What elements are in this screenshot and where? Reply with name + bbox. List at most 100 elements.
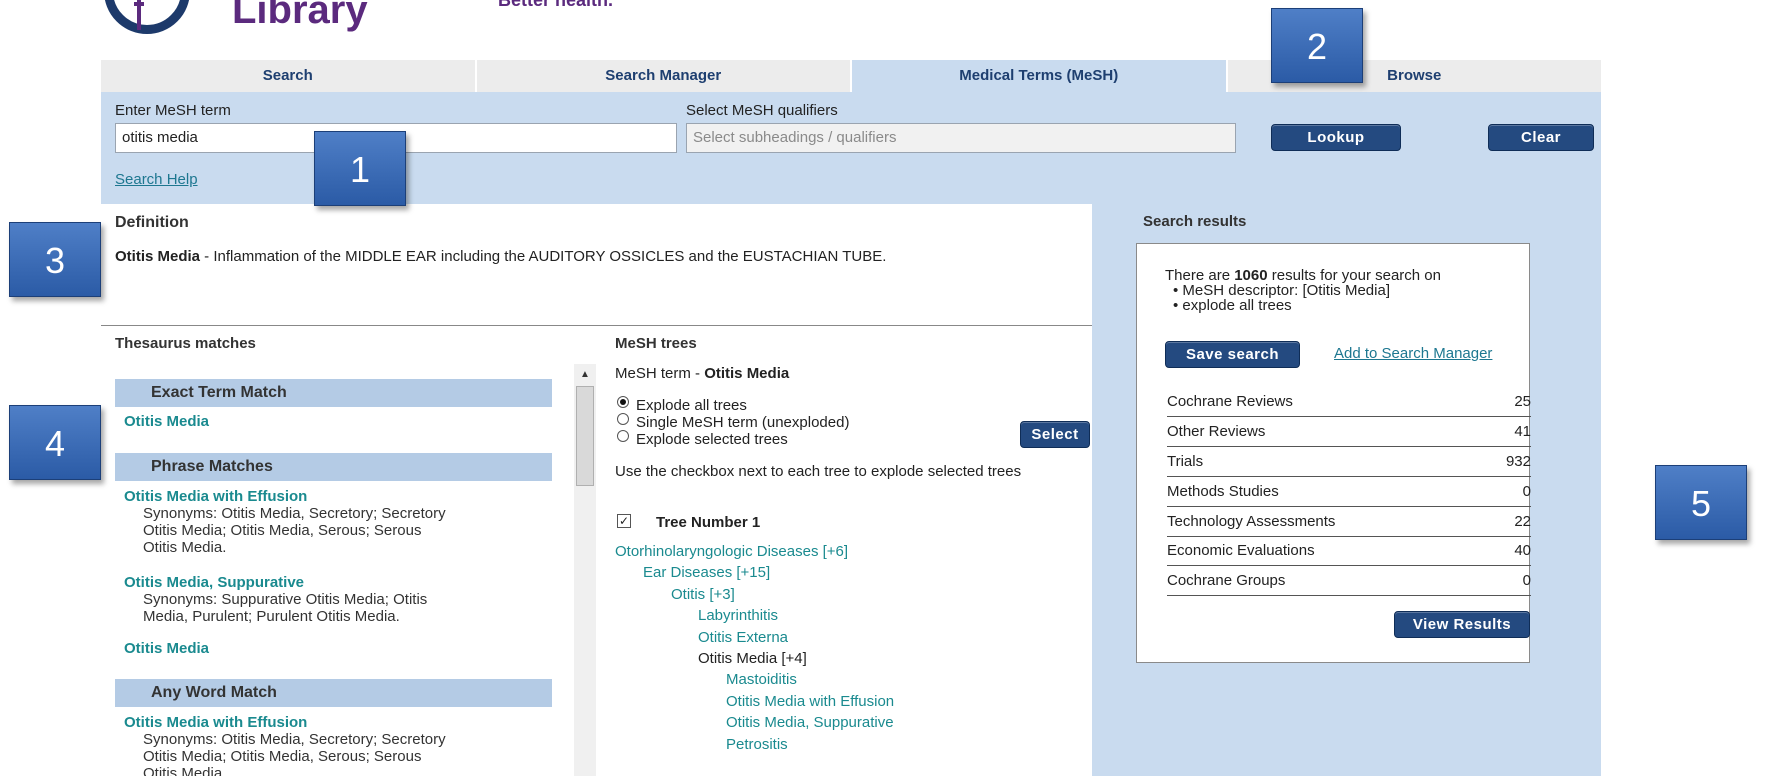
result-count: 22 <box>1514 513 1531 530</box>
exact-match-header: Exact Term Match <box>115 379 552 407</box>
callout-marker: 3 <box>9 222 101 297</box>
any-word-match-term[interactable]: Otitis Media with Effusion <box>124 714 307 731</box>
scroll-up-arrow-icon[interactable]: ▲ <box>576 366 594 384</box>
tree-node[interactable]: Petrositis <box>726 736 788 753</box>
mesh-term-heading: MeSH term - Otitis Media <box>615 365 789 382</box>
logo-text: Library <box>232 0 368 32</box>
tree-node[interactable]: Otitis Externa <box>698 629 788 646</box>
save-search-button[interactable]: Save search <box>1165 341 1300 368</box>
scrollbar-thumb[interactable] <box>576 386 594 486</box>
synonym-line: Otitis Media. <box>143 539 227 556</box>
result-row[interactable]: Technology Assessments 22 <box>1167 507 1531 537</box>
tree-node[interactable]: Otitis [+3] <box>671 586 735 603</box>
result-count: 932 <box>1505 453 1531 470</box>
logo-cross-icon <box>134 0 144 30</box>
synonym-line: Synonyms: Suppurative Otitis Media; Otit… <box>143 591 428 608</box>
result-row[interactable]: Trials 932 <box>1167 447 1531 477</box>
tree-node-current: Otitis Media [+4] <box>698 650 807 667</box>
result-label: Cochrane Groups <box>1167 572 1286 589</box>
result-row[interactable]: Economic Evaluations 40 <box>1167 536 1531 566</box>
tree-node[interactable]: Mastoiditis <box>726 671 797 688</box>
view-results-button[interactable]: View Results <box>1394 611 1530 638</box>
library-logo-icon <box>104 0 190 34</box>
radio-single-term[interactable] <box>617 413 629 425</box>
tab-bar: Search Search Manager Medical Terms (MeS… <box>101 60 1601 92</box>
phrase-match-term[interactable]: Otitis Media with Effusion <box>124 488 307 505</box>
tab-search-manager[interactable]: Search Manager <box>476 60 852 92</box>
any-word-match-header: Any Word Match <box>115 679 552 707</box>
phrase-match-term[interactable]: Otitis Media <box>124 640 209 657</box>
results-intro: There are 1060 results for your search o… <box>1165 268 1441 283</box>
tab-medical-terms[interactable]: Medical Terms (MeSH) <box>852 60 1228 92</box>
radio-single-term-label: Single MeSH term (unexploded) <box>636 414 850 431</box>
exact-match-item[interactable]: Otitis Media <box>124 413 209 430</box>
tree-node[interactable]: Otitis Media, Suppurative <box>726 714 894 731</box>
mesh-term-prefix: MeSH term - <box>615 365 705 382</box>
callout-marker: 5 <box>1655 465 1747 540</box>
radio-explode-all-label: Explode all trees <box>636 397 747 414</box>
results-summary: There are 1060 results for your search o… <box>1165 268 1441 313</box>
result-label: Cochrane Reviews <box>1167 393 1293 410</box>
synonym-line: Media, Purulent; Purulent Otitis Media. <box>143 608 400 625</box>
tree-node[interactable]: Labyrinthitis <box>698 607 778 624</box>
result-count: 0 <box>1522 572 1531 589</box>
synonym-line: Otitis Media. <box>143 765 227 776</box>
results-bullet: • explode all trees <box>1173 297 1292 314</box>
thesaurus-title: Thesaurus matches <box>115 335 256 352</box>
result-count: 0 <box>1522 483 1531 500</box>
lookup-button[interactable]: Lookup <box>1271 124 1401 151</box>
tab-search[interactable]: Search <box>101 60 477 92</box>
tree-instruction: Use the checkbox next to each tree to ex… <box>615 463 1022 480</box>
phrase-match-synonyms: Synonyms: Suppurative Otitis Media; Otit… <box>143 591 427 625</box>
result-label: Methods Studies <box>1167 483 1279 500</box>
callout-marker: 4 <box>9 405 101 480</box>
radio-explode-all[interactable] <box>617 396 629 408</box>
definition-term: Otitis Media <box>115 248 201 265</box>
synonym-line: Synonyms: Otitis Media, Secretory; Secre… <box>143 505 446 522</box>
phrase-matches-header: Phrase Matches <box>115 453 552 481</box>
definition-title: Definition <box>115 214 189 231</box>
qualifiers-label: Select MeSH qualifiers <box>686 102 838 119</box>
synonym-line: Synonyms: Otitis Media, Secretory; Secre… <box>143 731 446 748</box>
results-bullet-text: explode all trees <box>1182 297 1292 314</box>
select-button[interactable]: Select <box>1020 421 1090 448</box>
tree-node[interactable]: Ear Diseases [+15] <box>643 564 770 581</box>
mesh-term-name: Otitis Media <box>704 365 790 382</box>
search-help-link[interactable]: Search Help <box>115 171 198 188</box>
tree-node[interactable]: Otorhinolaryngologic Diseases [+6] <box>615 543 848 560</box>
result-row[interactable]: Other Reviews 41 <box>1167 417 1531 447</box>
result-label: Technology Assessments <box>1167 513 1336 530</box>
divider <box>101 325 1092 326</box>
result-count: 25 <box>1514 393 1531 410</box>
mesh-term-label: Enter MeSH term <box>115 102 231 119</box>
radio-explode-selected-label: Explode selected trees <box>636 431 788 448</box>
any-word-match-synonyms: Synonyms: Otitis Media, Secretory; Secre… <box>143 731 446 776</box>
definition-text: Otitis Media - Inflammation of the MIDDL… <box>115 248 886 265</box>
result-row[interactable]: Cochrane Groups 0 <box>1167 566 1531 596</box>
result-row[interactable]: Cochrane Reviews 25 <box>1167 387 1531 417</box>
search-results-title: Search results <box>1143 213 1247 230</box>
qualifiers-select[interactable]: Select subheadings / qualifiers <box>686 123 1236 153</box>
add-to-search-manager-link[interactable]: Add to Search Manager <box>1334 345 1492 362</box>
tree-node[interactable]: Otitis Media with Effusion <box>726 693 894 710</box>
synonym-line: Otitis Media; Otitis Media, Serous; Sero… <box>143 748 422 765</box>
result-label: Economic Evaluations <box>1167 542 1315 559</box>
callout-marker: 2 <box>1271 8 1363 83</box>
tree-number-label: Tree Number 1 <box>656 514 761 531</box>
tree-checkbox[interactable]: ✓ <box>617 514 631 528</box>
phrase-match-synonyms: Synonyms: Otitis Media, Secretory; Secre… <box>143 505 446 556</box>
phrase-match-term[interactable]: Otitis Media, Suppurative <box>124 574 304 591</box>
mesh-trees-title: MeSH trees <box>615 335 697 352</box>
result-count: 40 <box>1514 542 1531 559</box>
synonym-line: Otitis Media; Otitis Media, Serous; Sero… <box>143 522 422 539</box>
result-label: Other Reviews <box>1167 423 1266 440</box>
definition-body: - Inflammation of the MIDDLE EAR includi… <box>200 248 887 265</box>
callout-marker: 1 <box>314 131 406 206</box>
clear-button[interactable]: Clear <box>1488 124 1594 151</box>
tagline: Better health. <box>498 0 614 10</box>
radio-explode-selected[interactable] <box>617 430 629 442</box>
result-count: 41 <box>1514 423 1531 440</box>
result-row[interactable]: Methods Studies 0 <box>1167 477 1531 507</box>
result-label: Trials <box>1167 453 1204 470</box>
results-bullet: • MeSH descriptor: [Otitis Media] <box>1173 282 1390 299</box>
